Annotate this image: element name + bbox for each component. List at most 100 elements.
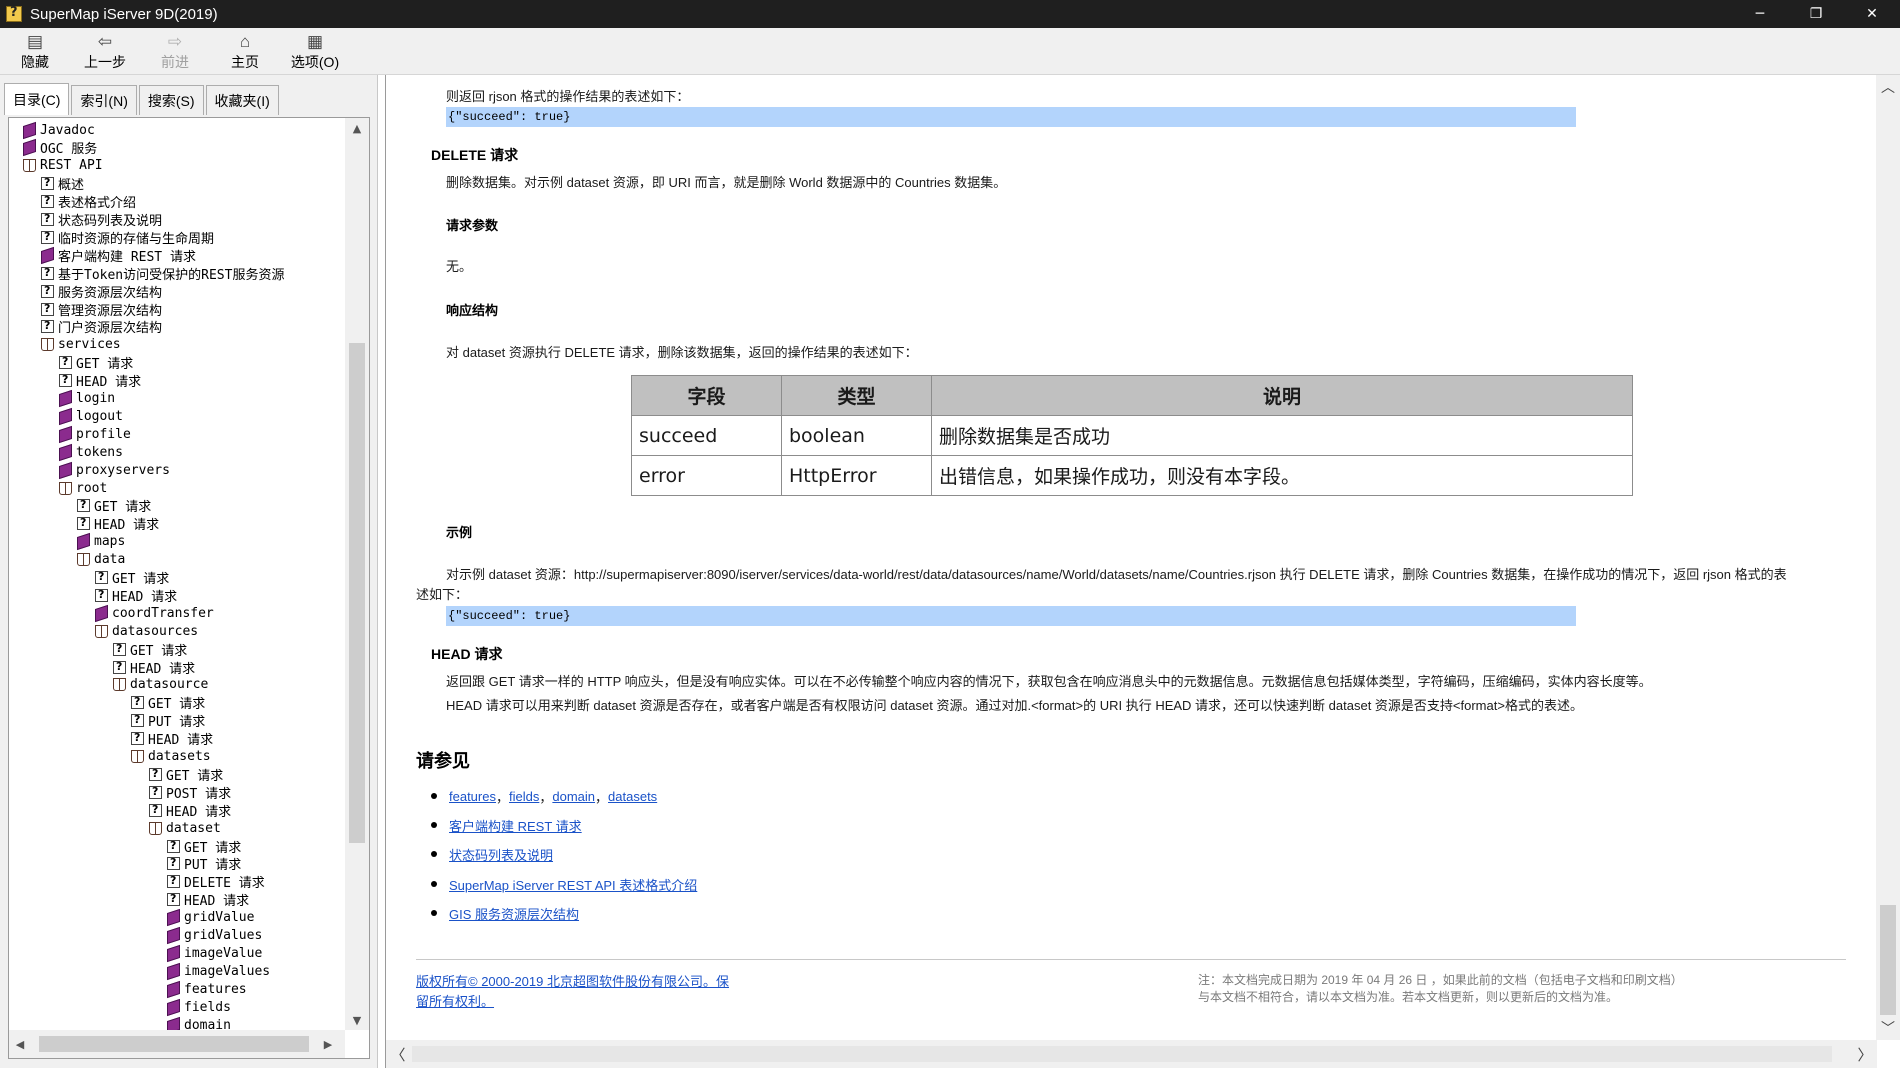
tree-item-label: 管理资源层次结构 xyxy=(58,303,163,319)
content-vertical-scrollbar[interactable]: ︿ ﹀ xyxy=(1876,75,1900,1040)
tree-item[interactable]: 表述格式介绍 xyxy=(41,193,136,211)
link-fields[interactable]: fields xyxy=(509,789,539,804)
tree-item[interactable]: REST API xyxy=(23,157,103,175)
tree-item[interactable]: root xyxy=(59,479,107,497)
tree-item[interactable]: GET 请求 xyxy=(113,640,187,659)
tree-item[interactable]: PUT 请求 xyxy=(167,855,241,873)
tree-vertical-scrollbar[interactable]: ▲ ▼ xyxy=(345,118,369,1030)
tree-item[interactable]: maps xyxy=(77,533,125,551)
scroll-down-icon[interactable]: ▼ xyxy=(345,1010,369,1030)
tree-item[interactable]: logout xyxy=(59,407,123,426)
scroll-up-icon[interactable]: ︿ xyxy=(1876,75,1900,99)
tree-item[interactable]: GET 请求 xyxy=(149,765,224,784)
tree-item[interactable]: imageValue xyxy=(167,944,262,963)
tree-item[interactable]: 基于Token访问受保护的REST服务资源 xyxy=(41,264,284,283)
tree-item-label: HEAD 请求 xyxy=(94,518,160,534)
tree-item[interactable]: HEAD 请求 xyxy=(59,372,141,390)
link-gis-resource-hierarchy[interactable]: GIS 服务资源层次结构 xyxy=(449,904,579,923)
tree-item[interactable]: datasets xyxy=(131,748,211,766)
hide-label: 隐藏 xyxy=(21,53,49,70)
tree-item[interactable]: POST 请求 xyxy=(149,783,231,802)
help-page-icon xyxy=(149,785,162,799)
tree-item[interactable]: fields xyxy=(167,998,231,1016)
tab-search[interactable]: 搜索(S) xyxy=(138,85,204,115)
tree-item[interactable]: GET 请求 xyxy=(77,497,151,515)
tree-item-label: GET 请求 xyxy=(166,768,224,784)
example-text-line1: 对示例 dataset 资源：http://supermapiserver:80… xyxy=(446,567,1787,582)
tree-item[interactable]: HEAD 请求 xyxy=(113,658,195,677)
tree-item[interactable]: features xyxy=(167,980,247,998)
tree-item[interactable]: HEAD 请求 xyxy=(77,515,159,533)
tree-scroll-thumb[interactable] xyxy=(349,343,365,843)
back-button[interactable]: ⇦ 上一步 xyxy=(70,28,140,75)
content-horizontal-scrollbar[interactable]: 〈 〉 xyxy=(386,1040,1877,1068)
tree-item[interactable]: GET 请求 xyxy=(59,354,133,372)
options-button[interactable]: ▦ 选项(O) xyxy=(280,28,350,75)
tree-item[interactable]: 临时资源的存储与生命周期 xyxy=(41,228,214,247)
tree-item[interactable]: 概述 xyxy=(41,175,84,193)
delete-description: 删除数据集。对示例 dataset 资源，即 URI 而言，就是删除 World… xyxy=(446,175,1007,190)
scroll-left-icon[interactable]: ◀ xyxy=(9,1030,31,1058)
content-hscroll-thumb[interactable] xyxy=(412,1046,1832,1062)
tree-item[interactable]: services xyxy=(41,336,121,354)
content-scroll-thumb[interactable] xyxy=(1880,905,1896,1015)
tree-item[interactable]: datasource xyxy=(113,676,208,694)
tree-item[interactable]: HEAD 请求 xyxy=(149,801,231,820)
help-page-icon xyxy=(59,373,72,388)
tree-item[interactable]: 服务资源层次结构 xyxy=(41,282,162,301)
tab-favorites[interactable]: 收藏夹(I) xyxy=(205,85,279,115)
delete-request-heading: DELETE 请求 xyxy=(431,147,519,163)
tree-item[interactable]: PUT 请求 xyxy=(131,712,205,730)
hide-button[interactable]: ▤ 隐藏 xyxy=(0,28,70,75)
tree-item[interactable]: GET 请求 xyxy=(167,837,241,856)
tree-horizontal-scrollbar[interactable]: ◀ ▶ xyxy=(9,1030,345,1058)
home-button[interactable]: ⌂ 主页 xyxy=(210,28,280,75)
tree-item[interactable]: 管理资源层次结构 xyxy=(41,300,163,319)
tree-item[interactable]: datasources xyxy=(95,622,198,640)
tree-item[interactable]: profile xyxy=(59,425,131,443)
help-page-icon xyxy=(167,856,180,871)
link-domain[interactable]: domain xyxy=(552,789,595,804)
tree-item[interactable]: DELETE 请求 xyxy=(167,873,265,891)
scroll-down-icon[interactable]: ﹀ xyxy=(1876,1016,1900,1040)
tab-contents[interactable]: 目录(C) xyxy=(4,83,70,115)
tree-item[interactable]: login xyxy=(59,389,115,408)
tree-item[interactable]: GET 请求 xyxy=(131,694,205,712)
tree-item[interactable]: OGC 服务 xyxy=(23,139,97,157)
tree-item[interactable]: 客户端构建 REST 请求 xyxy=(41,246,196,265)
tree-item[interactable]: Javadoc xyxy=(23,121,95,139)
tree-item-label: datasources xyxy=(112,623,199,639)
tree-item[interactable]: data xyxy=(77,551,125,569)
tree-item[interactable]: gridValue xyxy=(167,908,254,927)
tree-item[interactable]: HEAD 请求 xyxy=(95,586,177,605)
minimize-button[interactable]: ─ xyxy=(1732,0,1788,28)
tree-item[interactable]: 状态码列表及说明 xyxy=(41,211,162,229)
tree-item[interactable]: HEAD 请求 xyxy=(131,730,213,748)
table-header: 说明 xyxy=(931,375,1633,416)
copyright-link[interactable]: 版权所有© 2000-2019 北京超图软件股份有限公司。保留所有权利。 xyxy=(416,972,736,1012)
tree-item[interactable]: dataset xyxy=(149,819,221,837)
scroll-up-icon[interactable]: ▲ xyxy=(345,118,369,138)
close-button[interactable]: ✕ xyxy=(1844,0,1900,28)
tab-index[interactable]: 索引(N) xyxy=(71,85,137,115)
tree-item[interactable]: HEAD 请求 xyxy=(167,891,249,909)
link-client-rest-request[interactable]: 客户端构建 REST 请求 xyxy=(449,816,582,835)
tree-item[interactable]: coordTransfer xyxy=(95,604,214,622)
link-representation-formats[interactable]: SuperMap iServer REST API 表述格式介绍 xyxy=(449,875,697,894)
scroll-right-icon[interactable]: 〉 xyxy=(1853,1040,1877,1068)
scroll-left-icon[interactable]: 〈 xyxy=(386,1040,410,1068)
scroll-right-icon[interactable]: ▶ xyxy=(317,1030,339,1058)
tree-item[interactable]: imageValues xyxy=(167,962,270,980)
link-datasets[interactable]: datasets xyxy=(608,789,657,804)
tree-item[interactable]: GET 请求 xyxy=(95,569,169,587)
tree-item[interactable]: 门户资源层次结构 xyxy=(41,318,162,336)
link-status-codes[interactable]: 状态码列表及说明 xyxy=(449,845,553,864)
link-features[interactable]: features xyxy=(449,789,496,804)
tree-hscroll-thumb[interactable] xyxy=(39,1036,309,1052)
tree-item[interactable]: gridValues xyxy=(167,926,262,945)
tree-item[interactable]: domain xyxy=(167,1016,231,1030)
restore-button[interactable]: ❐ xyxy=(1788,0,1844,28)
forward-button[interactable]: ⇨ 前进 xyxy=(140,28,210,75)
tree-item[interactable]: proxyservers xyxy=(59,461,170,479)
tree-item[interactable]: tokens xyxy=(59,443,123,461)
